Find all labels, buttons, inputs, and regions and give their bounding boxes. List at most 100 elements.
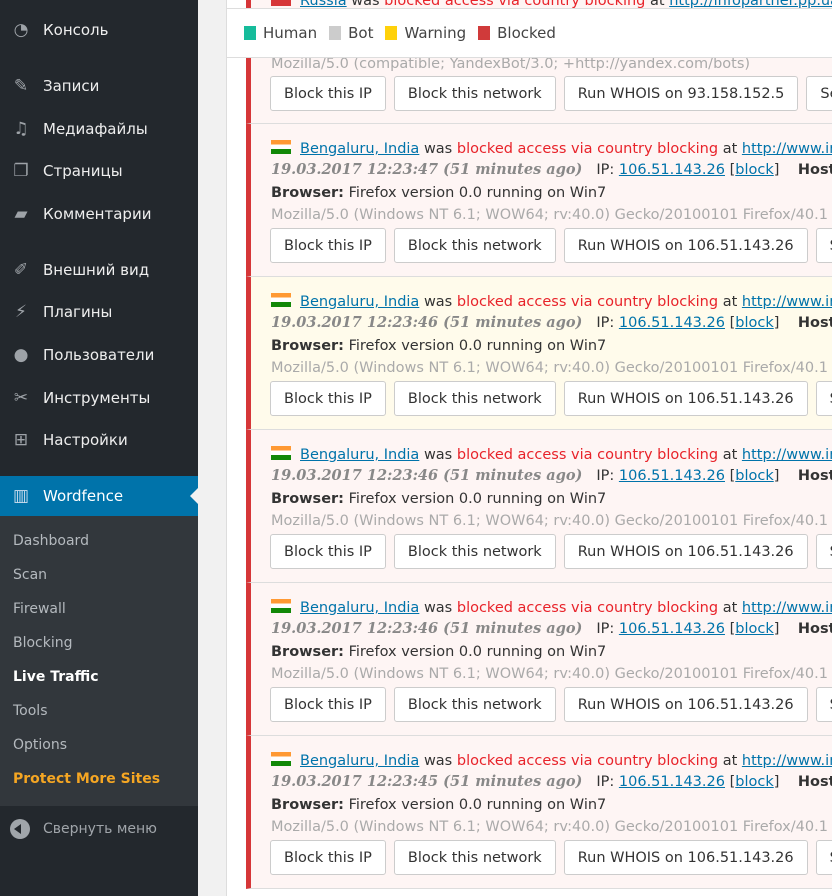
user-agent: Mozilla/5.0 (Windows NT 6.1; WOW64; rv:4… bbox=[271, 666, 828, 682]
whois-button[interactable]: Run WHOIS on 106.51.143.26 bbox=[563, 228, 808, 263]
comment-icon: ▰ bbox=[14, 204, 28, 224]
menu-item[interactable]: ▰ Комментарии bbox=[0, 194, 198, 234]
submenu-item[interactable]: Blocking bbox=[13, 635, 73, 651]
whois-button[interactable]: Run WHOIS on 106.51.143.26 bbox=[563, 534, 808, 569]
see-recent-button[interactable]: See recent bbox=[815, 381, 832, 416]
block-ip-button[interactable]: Block this IP bbox=[270, 381, 386, 416]
timestamp: 19.03.2017 12:23:46 (51 minutes ago) bbox=[271, 467, 583, 484]
location-link[interactable]: Bengaluru, India bbox=[300, 294, 419, 310]
wordfence-icon: ▥ bbox=[12, 486, 30, 506]
menu-item[interactable]: ✐ Внешний вид bbox=[0, 250, 198, 290]
submenu-item[interactable]: Dashboard bbox=[13, 533, 89, 549]
url-link[interactable]: http://www.inf bbox=[742, 447, 832, 463]
event-summary: Bengaluru, India was blocked access via … bbox=[271, 752, 832, 769]
block-network-button[interactable]: Block this network bbox=[393, 381, 556, 416]
menu-item[interactable]: ✎ Записи bbox=[0, 66, 198, 106]
whois-button[interactable]: Run WHOIS on 93.158.152.5 bbox=[563, 76, 799, 111]
browser-label: Browser: bbox=[271, 491, 344, 507]
block-link[interactable]: block bbox=[735, 162, 773, 178]
menu-label: Комментарии bbox=[43, 205, 152, 223]
submenu-item[interactable]: Live Traffic bbox=[13, 669, 99, 685]
blocked-reason: blocked access via country blocking bbox=[456, 600, 719, 616]
block-network-button[interactable]: Block this network bbox=[393, 687, 556, 722]
hostname-label: Hostna bbox=[797, 468, 832, 484]
ip-label: IP: bbox=[596, 621, 615, 637]
submenu-item[interactable]: Firewall bbox=[13, 601, 66, 617]
whois-label: Run WHOIS on bbox=[577, 390, 683, 407]
block-ip-button[interactable]: Block this IP bbox=[270, 228, 386, 263]
wordfence-submenu: Dashboard Scan Firewall Blocking Live Traffi… bbox=[0, 516, 198, 806]
timestamp: 19.03.2017 12:23:46 (51 minutes ago) bbox=[271, 314, 583, 331]
location-link[interactable]: Bengaluru, India bbox=[300, 753, 419, 769]
whois-label: Run WHOIS on bbox=[577, 696, 683, 713]
browser-info: Browser: Firefox version 0.0 running on … bbox=[271, 644, 606, 660]
see-recent-button[interactable]: See recent bbox=[815, 534, 832, 569]
menu-item[interactable]: ● Пользователи bbox=[0, 335, 198, 375]
submenu-item[interactable]: Scan bbox=[13, 567, 47, 583]
location-link[interactable]: Bengaluru, India bbox=[300, 600, 419, 616]
block-network-button[interactable]: Block this network bbox=[393, 228, 556, 263]
event-meta: 19.03.2017 12:23:45 (51 minutes ago) IP: … bbox=[271, 773, 832, 790]
ip-label: IP: bbox=[596, 315, 615, 331]
block-link[interactable]: block bbox=[735, 315, 773, 331]
ip-link[interactable]: 106.51.143.26 bbox=[619, 468, 725, 484]
block-ip-button[interactable]: Block this IP bbox=[270, 840, 386, 875]
timestamp: 19.03.2017 12:23:45 (51 minutes ago) bbox=[271, 773, 583, 790]
collapse-label: Свернуть меню bbox=[43, 821, 157, 837]
url-link[interactable]: http://www.inf bbox=[742, 600, 832, 616]
menu-label: Консоль bbox=[43, 21, 109, 39]
submenu-item[interactable]: Protect More Sites bbox=[13, 771, 160, 787]
block-network-button[interactable]: Block this network bbox=[393, 76, 556, 111]
ip-label: IP: bbox=[596, 468, 615, 484]
submenu-item[interactable]: Options bbox=[13, 737, 67, 753]
submenu-item[interactable]: Tools bbox=[13, 703, 48, 719]
see-recent-button[interactable]: See recent bbox=[815, 687, 832, 722]
location-link[interactable]: Bengaluru, India bbox=[300, 141, 419, 157]
block-ip-button[interactable]: Block this IP bbox=[270, 534, 386, 569]
legend-item: Bot bbox=[329, 24, 373, 42]
traffic-row: Bengaluru, India was blocked access via … bbox=[246, 583, 832, 736]
block-ip-button[interactable]: Block this IP bbox=[270, 687, 386, 722]
at-text: at bbox=[722, 600, 738, 616]
ip-link[interactable]: 106.51.143.26 bbox=[619, 774, 725, 790]
browser-label: Browser: bbox=[271, 338, 344, 354]
url-link[interactable]: http://www.inf bbox=[742, 141, 832, 157]
location-link[interactable]: Bengaluru, India bbox=[300, 447, 419, 463]
browser-value: Firefox version 0.0 running on Win7 bbox=[348, 491, 607, 507]
block-network-button[interactable]: Block this network bbox=[393, 840, 556, 875]
whois-button[interactable]: Run WHOIS on 106.51.143.26 bbox=[563, 840, 808, 875]
hostname-label: Hostna bbox=[797, 315, 832, 331]
traffic-legend: Human Bot Warning Blocked bbox=[227, 8, 832, 58]
url-link[interactable]: http://www.inf bbox=[742, 753, 832, 769]
at-text: at bbox=[722, 447, 738, 463]
ip-link[interactable]: 106.51.143.26 bbox=[619, 621, 725, 637]
menu-item[interactable]: ❐ Страницы bbox=[0, 151, 198, 191]
block-link[interactable]: block bbox=[735, 468, 773, 484]
ip-link[interactable]: 106.51.143.26 bbox=[619, 315, 725, 331]
block-network-button[interactable]: Block this network bbox=[393, 534, 556, 569]
menu-item[interactable]: ⊞ Настройки bbox=[0, 420, 198, 460]
flag-icon bbox=[271, 140, 291, 154]
whois-button[interactable]: Run WHOIS on 106.51.143.26 bbox=[563, 687, 808, 722]
menu-item-wordfence[interactable]: ▥ Wordfence bbox=[0, 476, 198, 516]
block-ip-button[interactable]: Block this IP bbox=[270, 76, 386, 111]
menu-label: Инструменты bbox=[43, 389, 151, 407]
ip-link[interactable]: 106.51.143.26 bbox=[619, 162, 725, 178]
whois-button[interactable]: Run WHOIS on 106.51.143.26 bbox=[563, 381, 808, 416]
see-recent-button[interactable]: See recent bbox=[806, 76, 832, 111]
timestamp: 19.03.2017 12:23:47 (51 minutes ago) bbox=[271, 161, 583, 178]
menu-item[interactable]: ✂ Инструменты bbox=[0, 378, 198, 418]
url-link[interactable]: http://www.inf bbox=[742, 294, 832, 310]
menu-item[interactable]: ◔ Консоль bbox=[0, 10, 198, 50]
user-agent: Mozilla/5.0 (compatible; YandexBot/3.0; … bbox=[271, 56, 751, 72]
block-link[interactable]: block bbox=[735, 774, 773, 790]
see-recent-button[interactable]: See recent bbox=[815, 840, 832, 875]
was-text: was bbox=[423, 753, 453, 769]
collapse-menu-button[interactable]: Свернуть меню bbox=[0, 812, 198, 846]
menu-item[interactable]: ♫ Медиафайлы bbox=[0, 109, 198, 149]
event-summary: Bengaluru, India was blocked access via … bbox=[271, 599, 832, 616]
see-recent-button[interactable]: See recent bbox=[815, 228, 832, 263]
block-link[interactable]: block bbox=[735, 621, 773, 637]
menu-item[interactable]: ⚡ Плагины bbox=[0, 292, 198, 332]
ip-label: IP: bbox=[596, 774, 615, 790]
